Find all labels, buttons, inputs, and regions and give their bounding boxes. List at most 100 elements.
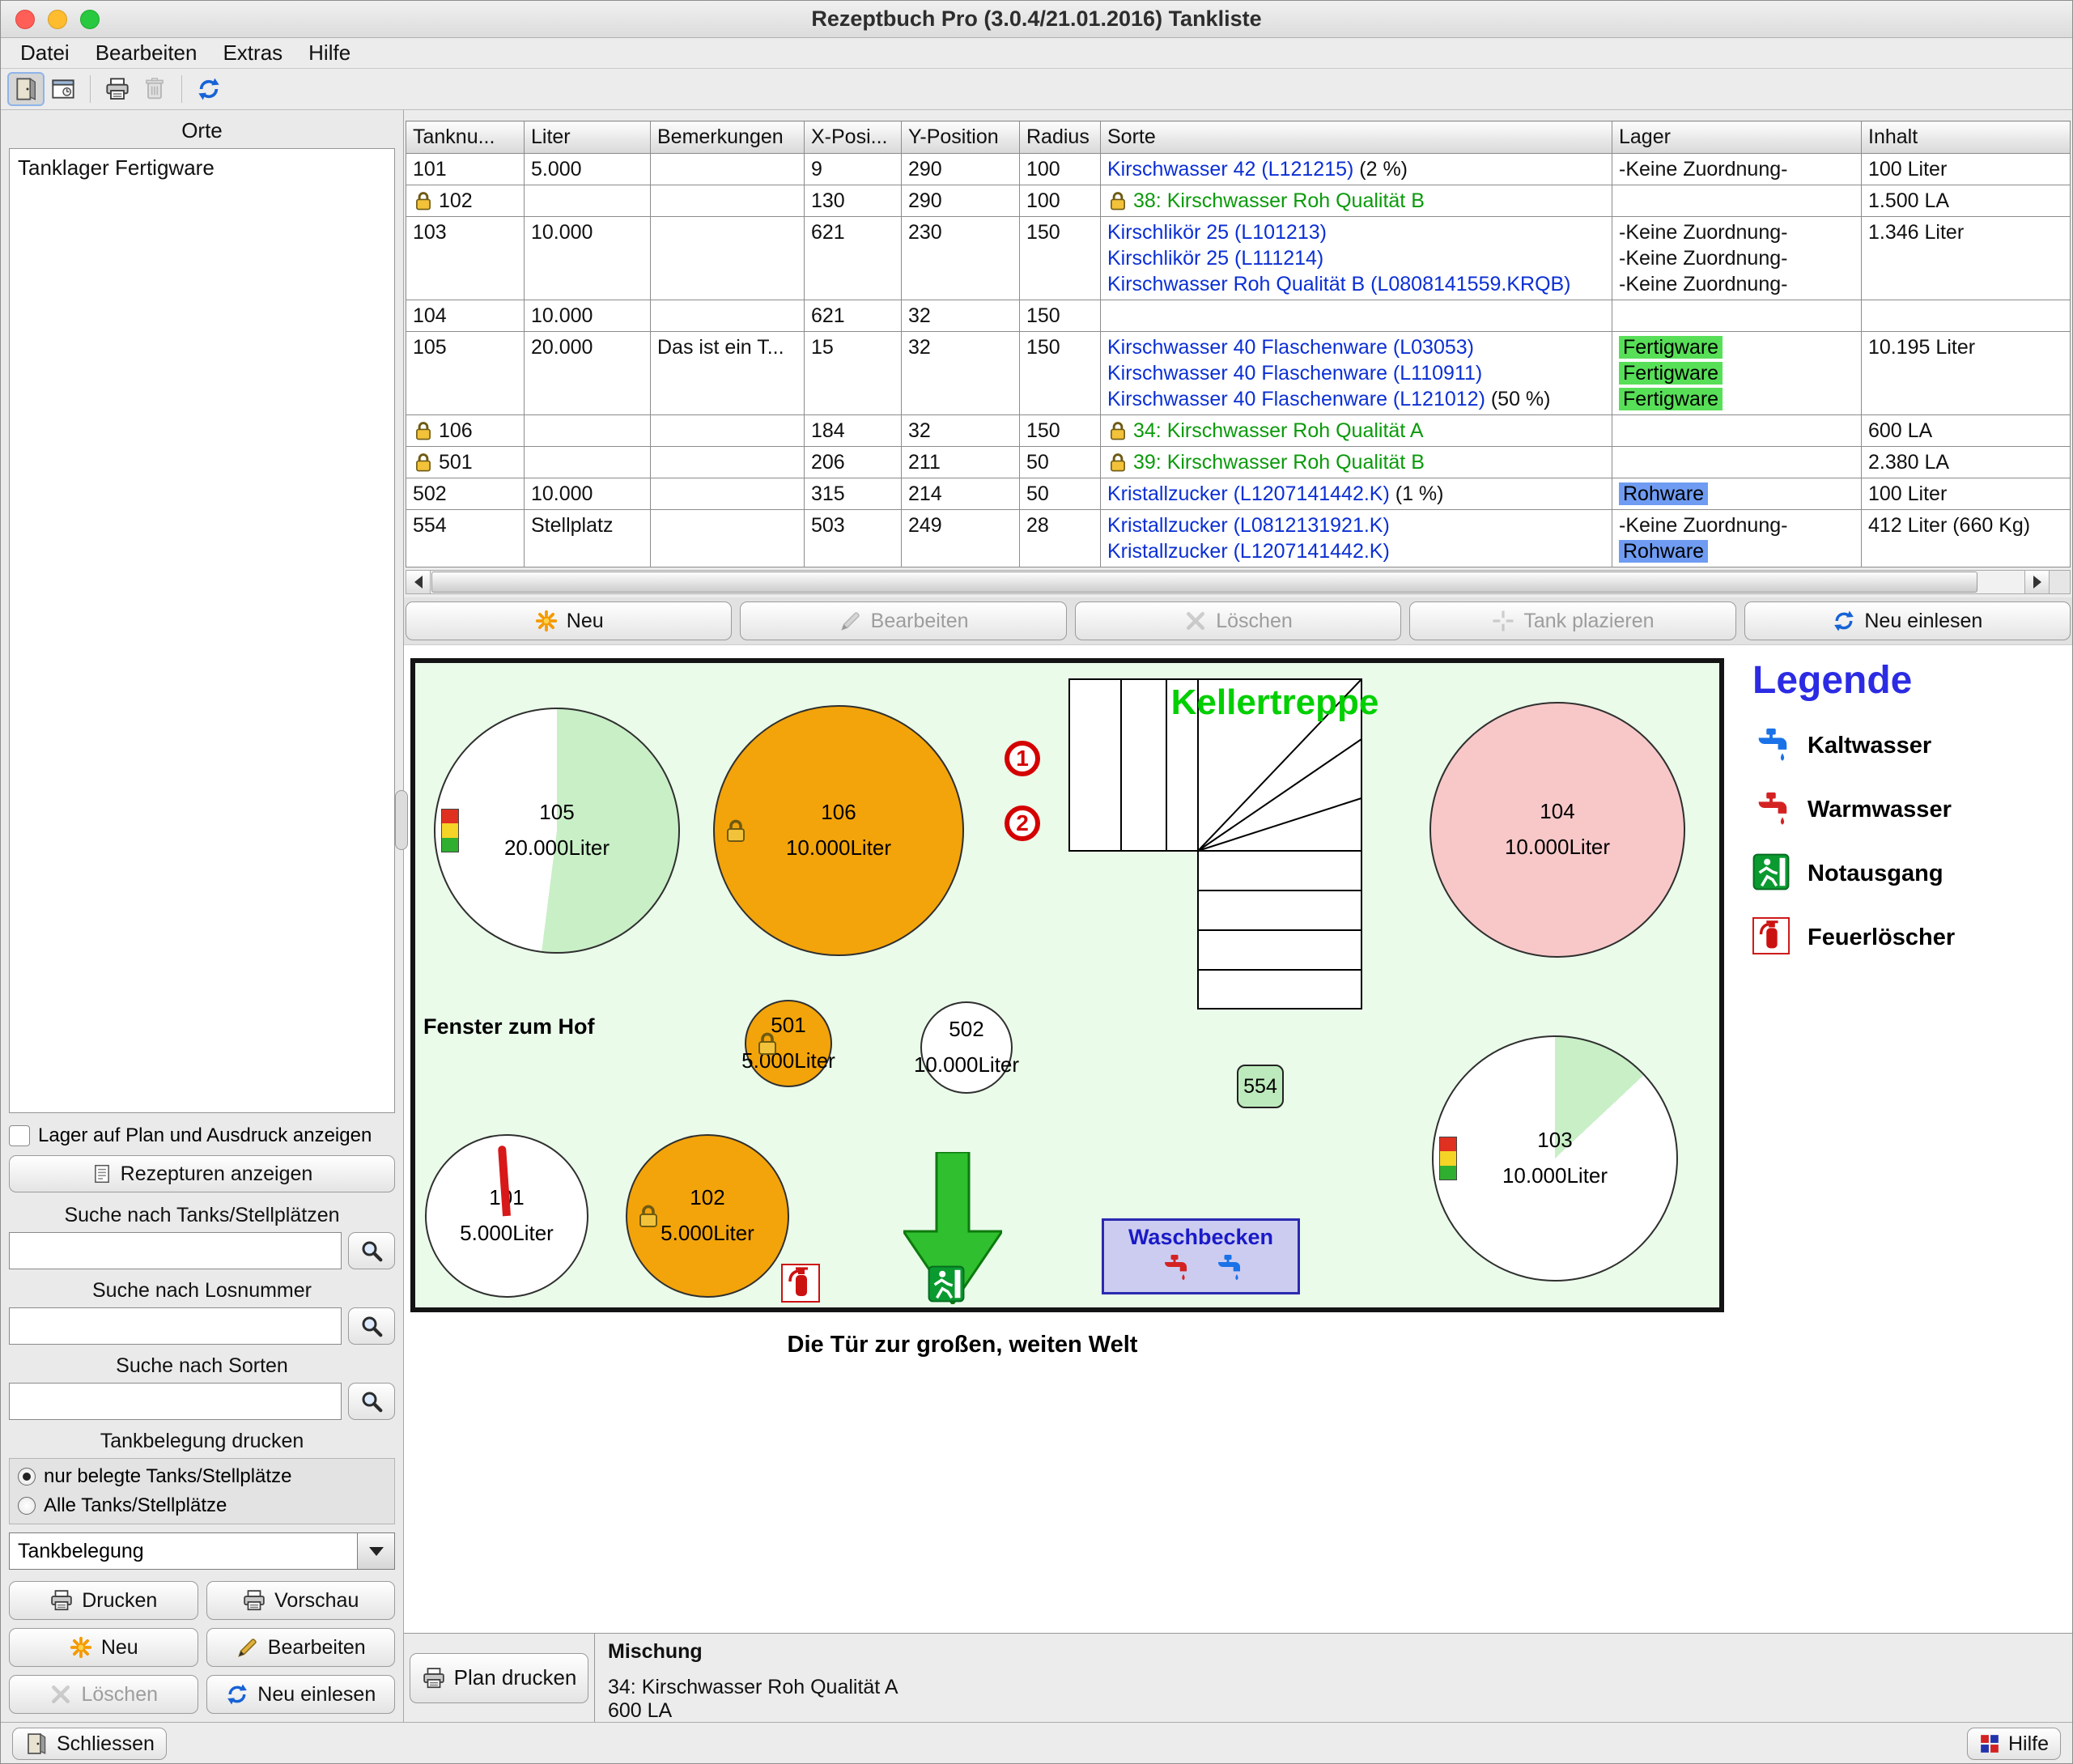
column-header[interactable]: Inhalt bbox=[1862, 121, 2071, 154]
plan-tank-102[interactable]: 1025.000Liter bbox=[626, 1134, 789, 1298]
cell-x-position: 130 bbox=[805, 185, 902, 217]
bearbeiten-button[interactable]: Bearbeiten bbox=[740, 601, 1066, 640]
loeschen-button[interactable]: Löschen bbox=[1075, 601, 1401, 640]
menu-bearbeiten[interactable]: Bearbeiten bbox=[83, 40, 210, 66]
column-header[interactable]: Sorte bbox=[1101, 121, 1612, 154]
cell-sorte: Kirschwasser 40 Flaschenware (L03053) Kir… bbox=[1101, 332, 1612, 415]
radio-alle-row[interactable]: Alle Tanks/Stellplätze bbox=[18, 1494, 386, 1517]
cell-radius: 150 bbox=[1020, 300, 1101, 332]
rezeptur-window-icon[interactable] bbox=[45, 72, 82, 106]
radio-alle[interactable] bbox=[18, 1497, 36, 1515]
plan-stellplatz-554[interactable]: 554 bbox=[1237, 1065, 1284, 1108]
sorte-link[interactable]: Kirschwasser 40 Flaschenware (L03053) bbox=[1107, 336, 1474, 359]
print-icon[interactable] bbox=[99, 72, 136, 106]
column-header[interactable]: Lager bbox=[1612, 121, 1862, 154]
table-row-tank-102[interactable]: 10213029010038: Kirschwasser Roh Qualitä… bbox=[406, 185, 2071, 217]
table-row-tank-105[interactable]: 10520.000Das ist ein T...1532150Kirschwa… bbox=[406, 332, 2071, 415]
table-row-tank-554[interactable]: 554Stellplatz50324928Kristallzucker (L08… bbox=[406, 510, 2071, 567]
plan-tank-103[interactable]: 10310.000Liter bbox=[1432, 1035, 1678, 1282]
column-header[interactable]: Radius bbox=[1020, 121, 1101, 154]
search-sorten-button[interactable] bbox=[348, 1383, 395, 1420]
table-row-tank-104[interactable]: 10410.00062132150 bbox=[406, 300, 2071, 332]
hilfe-button[interactable]: Hilfe bbox=[1967, 1728, 2061, 1760]
table-row-tank-501[interactable]: 5012062115039: Kirschwasser Roh Qualität… bbox=[406, 447, 2071, 478]
floor-plan-canvas[interactable]: Kellertreppe Fenster zum Hof 1 2 Waschbe… bbox=[410, 658, 1724, 1312]
refresh-icon[interactable] bbox=[190, 72, 227, 106]
sorte-link[interactable]: Kristallzucker (L0812131921.K) bbox=[1107, 514, 1390, 537]
lager-anzeigen-checkbox[interactable] bbox=[9, 1125, 30, 1146]
search-tanks-input[interactable] bbox=[9, 1232, 342, 1269]
search-tanks-button[interactable] bbox=[348, 1232, 395, 1269]
drucken-button[interactable]: Drucken bbox=[9, 1581, 198, 1620]
tank-volume-label: 20.000Liter bbox=[504, 835, 610, 861]
horizontal-scrollbar[interactable] bbox=[406, 570, 2071, 594]
tankbelegung-dropdown[interactable]: Tankbelegung bbox=[9, 1532, 395, 1570]
sorte-link[interactable]: Kirschlikör 25 (L101213) bbox=[1107, 221, 1327, 244]
sorte-link[interactable]: Kirschwasser 42 (L121215) bbox=[1107, 158, 1353, 181]
cell-liter bbox=[525, 415, 651, 447]
sorte-link[interactable]: Kristallzucker (L1207141442.K) bbox=[1107, 540, 1390, 563]
menu-hilfe[interactable]: Hilfe bbox=[295, 40, 363, 66]
vorschau-button[interactable]: Vorschau bbox=[206, 1581, 396, 1620]
delete-icon[interactable] bbox=[136, 72, 173, 106]
orte-list[interactable]: Tanklager Fertigware bbox=[9, 148, 395, 1113]
table-row-tank-502[interactable]: 50210.00031521450Kristallzucker (L120714… bbox=[406, 478, 2071, 510]
column-header[interactable]: Bemerkungen bbox=[651, 121, 805, 154]
splitter-grip[interactable] bbox=[395, 790, 408, 850]
plan-tank-104[interactable]: 10410.000Liter bbox=[1429, 702, 1685, 958]
sorte-link[interactable]: Kirschlikör 25 (L111214) bbox=[1107, 247, 1323, 270]
tank-plazieren-button[interactable]: Tank plazieren bbox=[1409, 601, 1735, 640]
column-header[interactable]: X-Posi... bbox=[805, 121, 902, 154]
plan-drucken-button[interactable]: Plan drucken bbox=[410, 1653, 589, 1703]
plan-tank-502[interactable]: 50210.000Liter bbox=[920, 1001, 1013, 1094]
neu-button[interactable]: Neu bbox=[406, 601, 732, 640]
menu-datei[interactable]: Datei bbox=[7, 40, 83, 66]
search-losnummer-input[interactable] bbox=[9, 1307, 342, 1345]
sorte-link[interactable]: Kristallzucker (L1207141442.K) bbox=[1107, 482, 1390, 505]
legend-item: Feuerlöscher bbox=[1752, 917, 2068, 959]
table-row-tank-103[interactable]: 10310.000621230150Kirschlikör 25 (L10121… bbox=[406, 217, 2071, 300]
scrollbar-track[interactable] bbox=[431, 571, 2024, 593]
bearbeiten-button-sidebar[interactable]: Bearbeiten bbox=[206, 1628, 396, 1667]
sorte-link[interactable]: Kirschwasser Roh Qualität B (L0808141559… bbox=[1107, 273, 1571, 295]
neu-einlesen-button-sidebar[interactable]: Neu einlesen bbox=[206, 1675, 396, 1714]
search-losnummer-button[interactable] bbox=[348, 1307, 395, 1345]
menu-extras[interactable]: Extras bbox=[210, 40, 295, 66]
scrollbar-thumb[interactable] bbox=[431, 572, 1977, 593]
radio-belegte-row[interactable]: nur belegte Tanks/Stellplätze bbox=[18, 1465, 386, 1488]
minimize-window-button[interactable] bbox=[48, 10, 67, 29]
schliessen-button[interactable]: Schliessen bbox=[12, 1728, 167, 1760]
column-header[interactable]: Liter bbox=[525, 121, 651, 154]
neu-button-sidebar[interactable]: Neu bbox=[9, 1628, 198, 1667]
table-row-tank-106[interactable]: 1061843215034: Kirschwasser Roh Qualität… bbox=[406, 415, 2071, 447]
table-actions-row: Neu Bearbeiten Löschen Tank plazieren Ne… bbox=[404, 597, 2072, 645]
column-header[interactable]: Y-Position bbox=[902, 121, 1020, 154]
radio-belegte[interactable] bbox=[18, 1468, 36, 1486]
rezepturen-anzeigen-button[interactable]: Rezepturen anzeigen bbox=[9, 1155, 395, 1192]
search-sorten-input[interactable] bbox=[9, 1383, 342, 1420]
cell-liter: 5.000 bbox=[525, 154, 651, 185]
zoom-window-button[interactable] bbox=[80, 10, 100, 29]
bearbeiten-label: Bearbeiten bbox=[268, 1636, 366, 1660]
sorte-link[interactable]: Kirschwasser 40 Flaschenware (L121012) bbox=[1107, 388, 1485, 410]
scroll-left-button[interactable] bbox=[406, 571, 431, 593]
table-row-tank-101[interactable]: 1015.0009290100Kirschwasser 42 (L121215)… bbox=[406, 154, 2071, 185]
sorte-link[interactable]: Kirschwasser 40 Flaschenware (L110911) bbox=[1107, 362, 1482, 385]
cell-y-position: 32 bbox=[902, 332, 1020, 415]
plan-tank-106[interactable]: 10610.000Liter bbox=[713, 705, 964, 956]
plan-tank-105[interactable]: 10520.000Liter bbox=[434, 708, 680, 954]
plan-tank-501[interactable]: 5015.000Liter bbox=[745, 1000, 832, 1087]
dropdown-arrow-button[interactable] bbox=[358, 1532, 395, 1570]
loeschen-button-sidebar[interactable]: Löschen bbox=[9, 1675, 198, 1714]
tankliste-window-icon[interactable] bbox=[7, 72, 45, 106]
neu-einlesen-button[interactable]: Neu einlesen bbox=[1744, 601, 2071, 640]
plan-tank-101[interactable]: 1015.000Liter bbox=[425, 1134, 588, 1298]
column-header[interactable]: Tanknu... bbox=[406, 121, 525, 154]
tank-plazieren-label: Tank plazieren bbox=[1523, 610, 1654, 633]
scroll-right-button[interactable] bbox=[2024, 571, 2049, 593]
cell-tanknummer: 102 bbox=[406, 185, 525, 217]
orte-list-item[interactable]: Tanklager Fertigware bbox=[10, 149, 394, 187]
lager-anzeigen-row[interactable]: Lager auf Plan und Ausdruck anzeigen bbox=[9, 1124, 395, 1147]
close-window-button[interactable] bbox=[15, 10, 35, 29]
cell-lager: FertigwareFertigwareFertigware bbox=[1612, 332, 1862, 415]
